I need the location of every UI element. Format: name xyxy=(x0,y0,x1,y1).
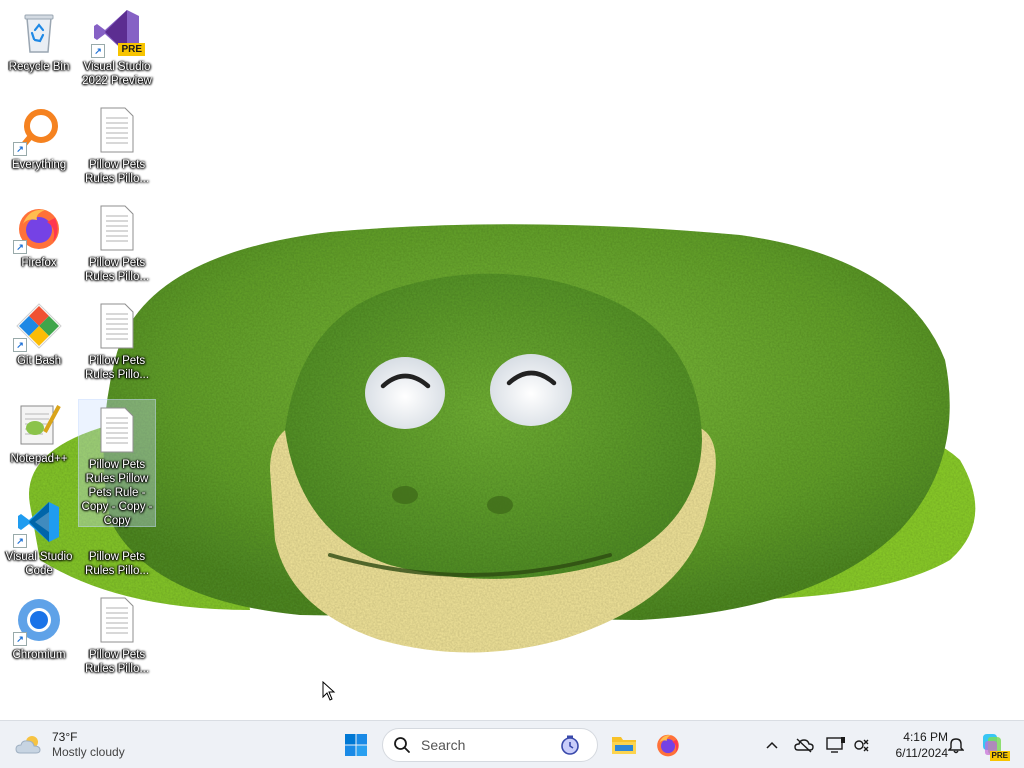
notepad-plus-plus-icon xyxy=(15,400,63,448)
desktop-icon-label: Visual Studio Code xyxy=(5,551,73,577)
text-file-icon xyxy=(93,302,141,350)
shortcut-arrow-icon: ↗ xyxy=(13,632,27,646)
chevron-up-icon xyxy=(766,741,778,749)
tray-onedrive[interactable] xyxy=(792,731,816,759)
desktop-icon-label: Notepad++ xyxy=(10,453,68,465)
weather-condition: Mostly cloudy xyxy=(52,745,125,759)
desktop-icon-label: Recycle Bin xyxy=(8,61,70,73)
desktop-icon-label: Pillow Pets Rules Pillo... xyxy=(85,355,149,381)
onedrive-offline-icon xyxy=(794,738,814,753)
desktop-icon-chromium[interactable]: ↗ Chromium xyxy=(1,590,77,682)
desktop-icon-text-file[interactable]: Pillow Pets Rules Pillo... xyxy=(79,198,155,290)
desktop-icon-text-file[interactable]: Pillow Pets Rules Pillo... xyxy=(79,590,155,682)
desktop-icon-git-bash[interactable]: ↗ Git Bash xyxy=(1,296,77,388)
weather-widget[interactable]: 73°F Mostly cloudy xyxy=(14,727,125,763)
desktop-icon-label: Git Bash xyxy=(16,355,62,367)
firefox-icon xyxy=(657,734,679,757)
search-highlight-clock-icon xyxy=(561,735,579,755)
desktop-icon-label: Pillow Pets Rules Pillo... xyxy=(85,551,149,577)
desktop-icon-recycle-bin[interactable]: Recycle Bin xyxy=(1,2,77,94)
desktop-icon-label: Everything xyxy=(11,159,67,171)
desktop-icon-text-file[interactable]: Pillow Pets Rules Pillo... xyxy=(79,492,155,584)
chromium-icon: ↗ xyxy=(13,596,63,646)
shortcut-arrow-icon: ↗ xyxy=(13,338,27,352)
copilot-button[interactable]: PRE xyxy=(974,727,1010,763)
start-button[interactable] xyxy=(338,727,374,763)
firefox-icon: ↗ xyxy=(13,204,63,254)
taskbar-search-box[interactable]: Search xyxy=(382,728,598,762)
desktop-icon-label: Chromium xyxy=(12,649,66,661)
shortcut-arrow-icon: ↗ xyxy=(13,534,27,548)
file-explorer-icon xyxy=(612,737,636,754)
preview-badge: PRE xyxy=(118,43,145,56)
desktop-icon-vscode[interactable]: ↗ Visual Studio Code xyxy=(1,492,77,584)
desktop-icon-notepad-plus-plus[interactable]: Notepad++ xyxy=(1,394,77,486)
text-file-icon xyxy=(93,406,141,454)
cloud-icon xyxy=(15,736,41,754)
desktop-icon-text-file[interactable]: Pillow Pets Rules Pillo... xyxy=(79,100,155,192)
shortcut-arrow-icon: ↗ xyxy=(91,44,105,58)
weather-temperature: 73°F xyxy=(52,730,78,744)
git-bash-icon: ↗ xyxy=(13,302,63,352)
bell-icon xyxy=(948,738,964,754)
desktop-icon-label: Visual Studio 2022 Preview xyxy=(82,61,152,87)
display-icon xyxy=(826,737,845,753)
taskbar-firefox[interactable] xyxy=(650,727,686,763)
desktop-icon-label: Pillow Pets Rules Pillo... xyxy=(85,649,149,675)
desktop-icon-label: Pillow Pets Rules Pillo... xyxy=(85,159,149,185)
desktop-icon-label: Firefox xyxy=(21,257,57,269)
clock-time: 4:16 PM xyxy=(903,730,948,744)
clock-date: 6/11/2024 xyxy=(895,746,949,760)
tray-network[interactable] xyxy=(850,731,874,759)
desktop-icon-text-file[interactable]: Pillow Pets Rules Pillo... xyxy=(79,296,155,388)
notification-center-button[interactable] xyxy=(944,731,968,759)
taskbar-file-explorer[interactable] xyxy=(606,727,642,763)
recycle-bin-icon xyxy=(15,8,63,56)
desktop-icon-label: Pillow Pets Rules Pillo... xyxy=(85,257,149,283)
visual-studio-preview-icon: PRE ↗ xyxy=(91,8,145,58)
text-file-icon xyxy=(93,596,141,644)
tray-show-hidden-icons[interactable] xyxy=(760,731,784,759)
tray-display[interactable] xyxy=(824,731,848,759)
network-icon xyxy=(854,739,869,752)
mouse-cursor-icon xyxy=(322,681,336,701)
shortcut-arrow-icon: ↗ xyxy=(13,142,27,156)
desktop[interactable]: Recycle Bin ↗ Everything ↗ Firefox ↗ Git… xyxy=(0,0,1024,720)
everything-search-icon: ↗ xyxy=(13,106,63,156)
search-placeholder: Search xyxy=(421,737,466,753)
taskbar-clock[interactable]: 4:16 PM 6/11/2024 xyxy=(878,729,949,761)
taskbar: 73°F Mostly cloudy Search 4:16 PM 6/11/2… xyxy=(0,720,1024,768)
search-icon xyxy=(394,737,410,753)
vscode-icon: ↗ xyxy=(13,498,63,548)
windows-start-icon xyxy=(345,734,367,756)
copilot-preview-badge: PRE xyxy=(989,751,1010,761)
text-file-icon xyxy=(93,204,141,252)
desktop-icon-firefox[interactable]: ↗ Firefox xyxy=(1,198,77,290)
text-file-icon xyxy=(93,106,141,154)
shortcut-arrow-icon: ↗ xyxy=(13,240,27,254)
desktop-icon-everything[interactable]: ↗ Everything xyxy=(1,100,77,192)
desktop-icon-visual-studio-preview[interactable]: PRE ↗ Visual Studio 2022 Preview xyxy=(79,2,155,94)
